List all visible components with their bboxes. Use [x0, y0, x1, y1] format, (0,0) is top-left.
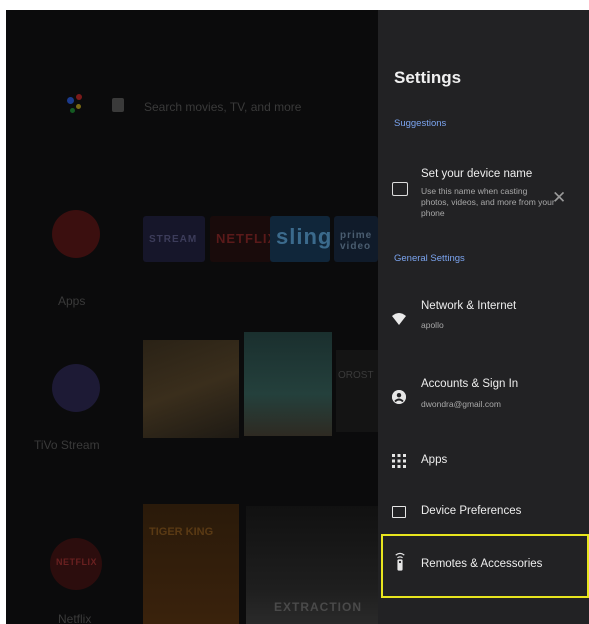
wifi-icon [392, 313, 406, 325]
apps-shortcut [52, 210, 100, 258]
item-title: Remotes & Accessories [421, 558, 543, 570]
section-header-suggestions: Suggestions [394, 118, 447, 129]
cast-icon [392, 182, 408, 196]
item-subtitle: dwondra@gmail.com [421, 399, 501, 409]
app-tile-prime-video: prime video [334, 216, 378, 262]
section-header-general-settings: General Settings [394, 253, 465, 264]
app-tile-stream: STREAM [143, 216, 205, 262]
tv-screen: Search movies, TV, and more Apps STREAM … [6, 10, 589, 624]
apps-item[interactable]: Apps [378, 450, 589, 480]
app-tile-netflix: NETFLIX [210, 216, 272, 262]
apps-grid-icon [392, 454, 406, 468]
app-tile-sling: sling [270, 216, 330, 262]
poster-thumbnail: OROST [336, 350, 378, 432]
monitor-icon [392, 506, 406, 518]
set-device-name-item[interactable]: Set your device name Use this name when … [378, 160, 589, 230]
item-title: Device Preferences [421, 505, 522, 517]
netflix-label: Netflix [58, 612, 92, 624]
tivo-stream-shortcut [52, 364, 100, 412]
item-title: Apps [421, 454, 448, 466]
tivo-stream-label: TiVo Stream [34, 438, 100, 452]
device-preferences-item[interactable]: Device Preferences [378, 502, 589, 532]
search-bar: Search movies, TV, and more [144, 100, 302, 114]
item-subtitle: Use this name when casting photos, video… [421, 186, 555, 218]
item-title: Network & Internet [421, 300, 517, 312]
input-icon [112, 98, 124, 112]
google-assistant-icon [64, 94, 86, 116]
remote-icon [395, 552, 405, 571]
home-screen-background: Search movies, TV, and more Apps STREAM … [6, 10, 378, 624]
page-title: Settings [394, 68, 462, 87]
accounts-sign-in-item[interactable]: Accounts & Sign In dwondra@gmail.com [378, 378, 589, 428]
item-title: Accounts & Sign In [421, 378, 519, 390]
close-icon[interactable]: ✕ [552, 188, 566, 208]
network-internet-item[interactable]: Network & Internet apollo [378, 298, 589, 348]
poster-extraction: EXTRACTION [246, 506, 378, 624]
poster-tiger-king: TIGER KING [143, 504, 239, 624]
apps-label: Apps [58, 294, 86, 308]
remotes-accessories-item[interactable]: Remotes & Accessories [381, 534, 589, 598]
poster-thumbnail [143, 340, 239, 438]
settings-panel: Settings Suggestions Set your device nam… [378, 10, 589, 624]
item-title: Set your device name [421, 168, 533, 180]
poster-thumbnail [244, 332, 332, 436]
item-subtitle: apollo [421, 320, 444, 330]
netflix-shortcut: NETFLIX [50, 538, 102, 590]
account-icon [392, 390, 406, 404]
